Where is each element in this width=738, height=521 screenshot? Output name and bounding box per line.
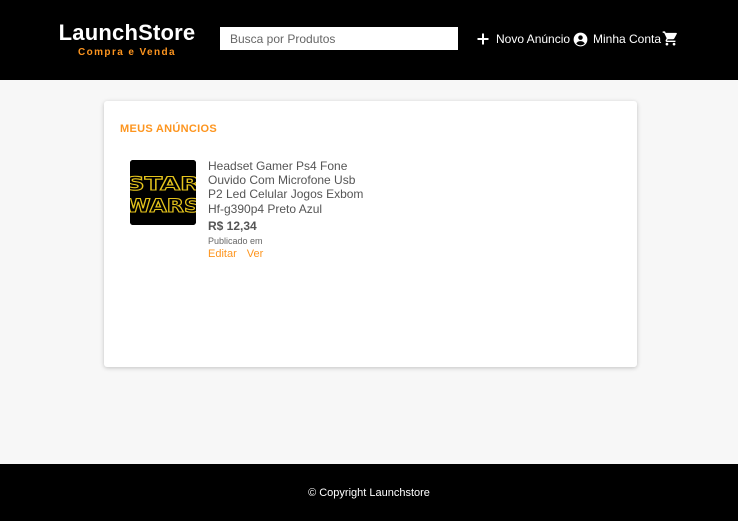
search-input[interactable] [220,27,458,50]
product-actions: Editar Ver [208,248,368,260]
logo-subtitle: Compra e Venda [78,47,176,58]
my-account-link[interactable]: Minha Conta [572,30,661,48]
logo-title[interactable]: LaunchStore [57,20,197,46]
site-header: LaunchStore Compra e Venda Novo Anúncio … [0,0,738,80]
product-info: Headset Gamer Ps4 Fone Ouvido Com Microf… [208,159,368,260]
product-name: Headset Gamer Ps4 Fone Ouvido Com Microf… [208,159,364,216]
product-price: R$ 12,34 [208,218,257,233]
view-link[interactable]: Ver [247,248,264,260]
logo[interactable]: LaunchStore Compra e Venda [57,20,197,58]
plus-icon [475,31,491,47]
site-footer: © Copyright Launchstore [0,464,738,521]
edit-link[interactable]: Editar [208,248,237,260]
product-published: Publicado em [208,235,263,246]
product-image[interactable]: STAR WARS [130,160,196,225]
my-account-label: Minha Conta [593,32,662,46]
new-ad-link[interactable]: Novo Anúncio [475,30,570,48]
image-text-line-1: STAR [130,173,196,195]
image-text-line-2: WARS [130,195,196,217]
new-ad-label: Novo Anúncio [496,32,571,46]
my-ads-card: MEUS ANÚNCIOS STAR WARS Headset Gamer Ps… [104,101,637,367]
section-title: MEUS ANÚNCIOS [120,123,217,135]
account-circle-icon [572,31,588,47]
copyright-text: © Copyright Launchstore [308,486,430,499]
cart-icon[interactable] [662,30,679,47]
